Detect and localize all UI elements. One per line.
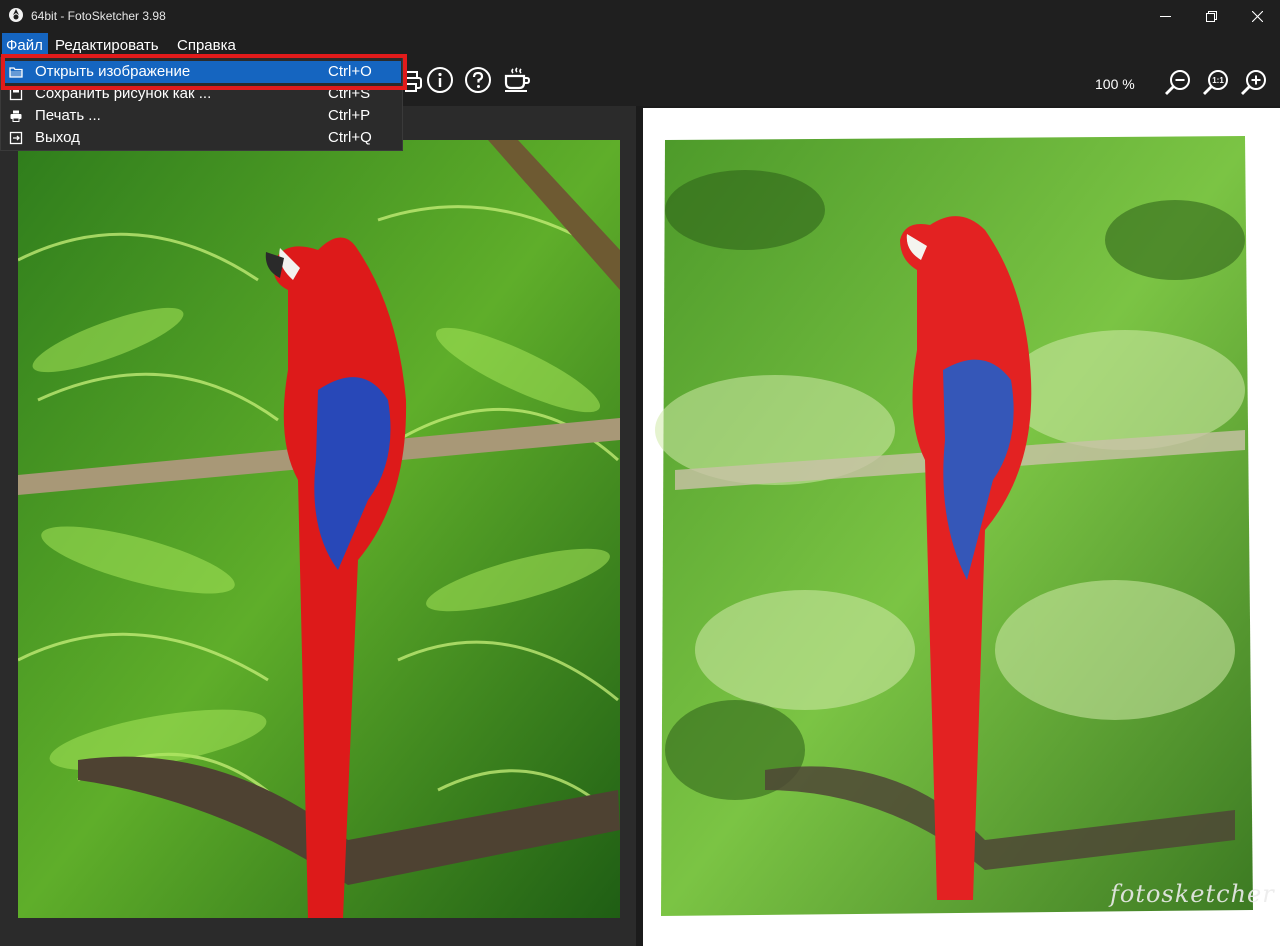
title-bar — [0, 0, 1280, 32]
close-icon — [1251, 10, 1263, 22]
help-icon[interactable] — [463, 65, 493, 95]
coffee-icon[interactable] — [502, 64, 532, 94]
zoom-out-icon[interactable] — [1163, 67, 1193, 97]
painting-image — [655, 136, 1253, 916]
menu-item-exit[interactable]: Выход Ctrl+Q — [1, 127, 401, 149]
window-title: 64bit - FotoSketcher 3.98 — [31, 9, 166, 23]
zoom-level: 100 % — [1095, 76, 1135, 92]
restore-button[interactable] — [1188, 0, 1234, 32]
info-icon[interactable] — [425, 65, 455, 95]
signature: fotosketcher — [1110, 880, 1275, 908]
menu-item-label: Печать ... — [35, 107, 101, 124]
close-button[interactable] — [1234, 0, 1280, 32]
exit-icon — [9, 131, 23, 145]
zoom-actual-size-icon[interactable]: 1:1 — [1201, 67, 1231, 97]
menu-item-print[interactable]: Печать ... Ctrl+P — [1, 105, 401, 127]
print-icon — [10, 110, 22, 122]
zoom-in-icon[interactable] — [1239, 67, 1269, 97]
menu-item-label: Выход — [35, 129, 80, 146]
menu-item-shortcut: Ctrl+Q — [328, 129, 372, 146]
highlight-box — [1, 54, 407, 90]
painted-result[interactable] — [655, 130, 1257, 920]
minimize-button[interactable] — [1142, 0, 1188, 32]
parrot-photo-image — [18, 140, 620, 918]
minimize-icon — [1159, 15, 1171, 17]
app-logo-icon — [9, 8, 23, 22]
original-photo[interactable] — [18, 140, 620, 918]
zoom-actual-label: 1:1 — [1212, 76, 1224, 85]
menu-item-shortcut: Ctrl+P — [328, 107, 371, 124]
restore-icon — [1205, 10, 1217, 22]
